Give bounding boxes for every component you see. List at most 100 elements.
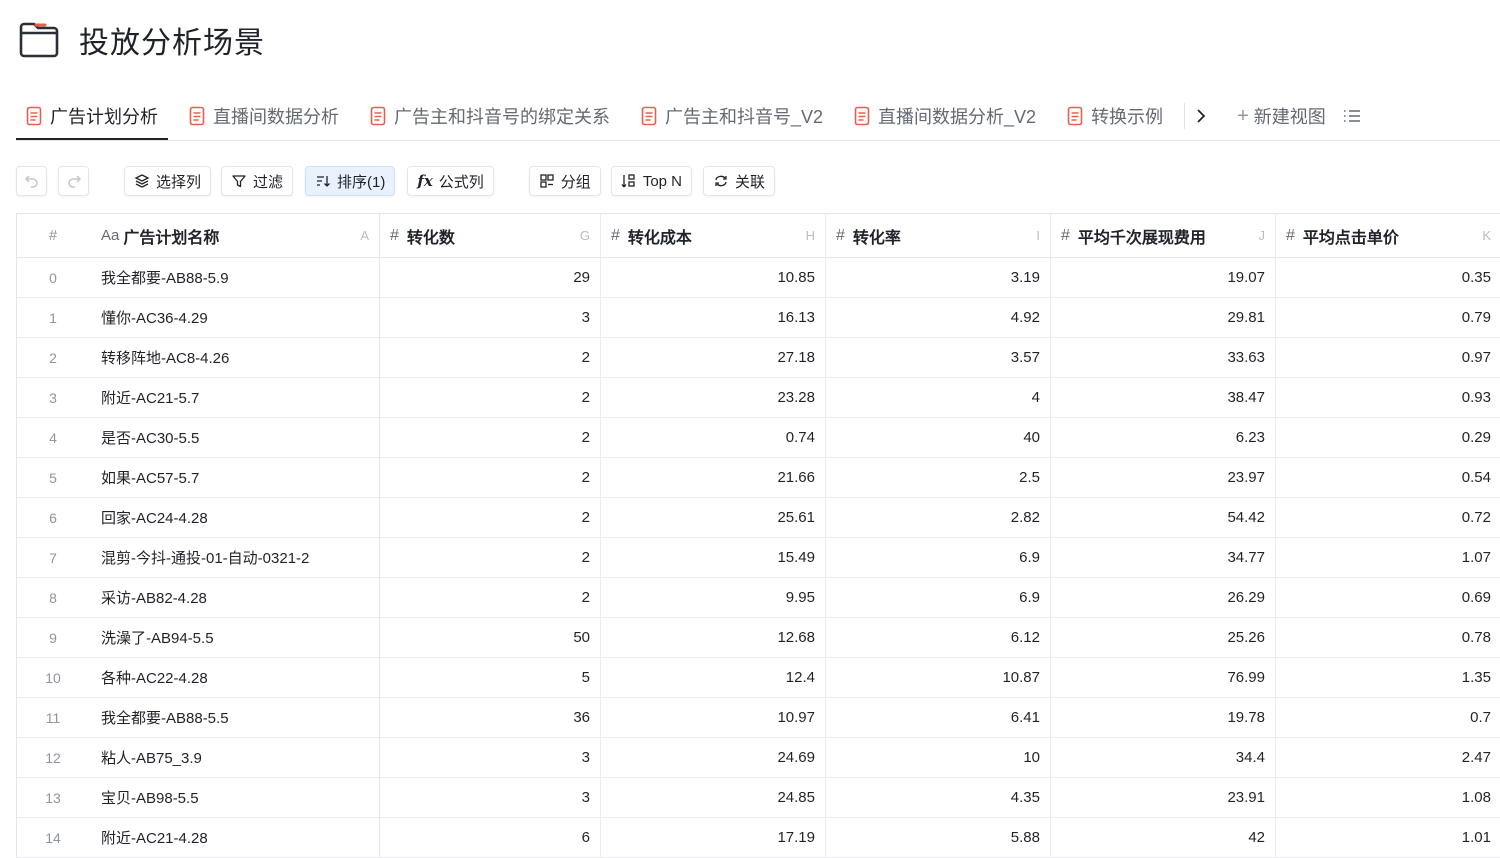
cell-cpm[interactable]: 76.99 <box>1051 658 1276 697</box>
table-row[interactable]: 3 附近-AC21-5.7 2 23.28 4 38.47 0.93 <box>17 378 1500 418</box>
table-row[interactable]: 5 如果-AC57-5.7 2 21.66 2.5 23.97 0.54 <box>17 458 1500 498</box>
table-row[interactable]: 0 我全都要-AB88-5.9 29 10.85 3.19 19.07 0.35 <box>17 258 1500 298</box>
table-row[interactable]: 6 回家-AC24-4.28 2 25.61 2.82 54.42 0.72 <box>17 498 1500 538</box>
cell-cpc[interactable]: 1.35 <box>1276 658 1500 697</box>
cell-plan-name[interactable]: 懂你-AC36-4.29 <box>89 298 380 337</box>
cell-conversion-rate[interactable]: 3.57 <box>826 338 1051 377</box>
cell-cpm[interactable]: 42 <box>1051 818 1276 857</box>
cell-conversion-cost[interactable]: 12.4 <box>601 658 826 697</box>
cell-conversion-cost[interactable]: 0.74 <box>601 418 826 457</box>
cell-conversions[interactable]: 50 <box>380 618 601 657</box>
cell-conversion-cost[interactable]: 10.85 <box>601 258 826 297</box>
cell-conversion-rate[interactable]: 10 <box>826 738 1051 777</box>
cell-conversion-cost[interactable]: 24.85 <box>601 778 826 817</box>
cell-plan-name[interactable]: 宝贝-AB98-5.5 <box>89 778 380 817</box>
table-row[interactable]: 13 宝贝-AB98-5.5 3 24.85 4.35 23.91 1.08 <box>17 778 1500 818</box>
cell-conversions[interactable]: 29 <box>380 258 601 297</box>
view-list-icon[interactable] <box>1342 107 1362 125</box>
cell-conversions[interactable]: 6 <box>380 818 601 857</box>
tab-conversion-example[interactable]: 转换示例 <box>1057 93 1173 139</box>
tab-live-room-v2[interactable]: 直播间数据分析_V2 <box>844 93 1046 139</box>
table-row[interactable]: 14 附近-AC21-4.28 6 17.19 5.88 42 1.01 <box>17 818 1500 858</box>
cell-plan-name[interactable]: 混剪-今抖-通投-01-自动-0321-2 <box>89 538 380 577</box>
cell-conversion-rate[interactable]: 40 <box>826 418 1051 457</box>
cell-cpc[interactable]: 0.69 <box>1276 578 1500 617</box>
cell-plan-name[interactable]: 洗澡了-AB94-5.5 <box>89 618 380 657</box>
cell-conversion-rate[interactable]: 5.88 <box>826 818 1051 857</box>
cell-plan-name[interactable]: 我全都要-AB88-5.5 <box>89 698 380 737</box>
cell-cpc[interactable]: 0.93 <box>1276 378 1500 417</box>
cell-conversions[interactable]: 3 <box>380 778 601 817</box>
column-header-conversion-cost[interactable]: # 转化成本 H <box>601 214 826 257</box>
cell-cpc[interactable]: 1.07 <box>1276 538 1500 577</box>
cell-conversion-rate[interactable]: 6.41 <box>826 698 1051 737</box>
cell-cpm[interactable]: 33.63 <box>1051 338 1276 377</box>
cell-conversions[interactable]: 2 <box>380 458 601 497</box>
table-row[interactable]: 11 我全都要-AB88-5.5 36 10.97 6.41 19.78 0.7 <box>17 698 1500 738</box>
cell-cpm[interactable]: 25.26 <box>1051 618 1276 657</box>
tab-advertiser-binding[interactable]: 广告主和抖音号的绑定关系 <box>360 93 620 139</box>
table-row[interactable]: 10 各种-AC22-4.28 5 12.4 10.87 76.99 1.35 <box>17 658 1500 698</box>
column-header-conversions[interactable]: # 转化数 G <box>380 214 601 257</box>
cell-conversions[interactable]: 5 <box>380 658 601 697</box>
cell-cpc[interactable]: 0.97 <box>1276 338 1500 377</box>
cell-conversion-rate[interactable]: 6.9 <box>826 578 1051 617</box>
cell-plan-name[interactable]: 各种-AC22-4.28 <box>89 658 380 697</box>
cell-plan-name[interactable]: 我全都要-AB88-5.9 <box>89 258 380 297</box>
tab-advertiser-v2[interactable]: 广告主和抖音号_V2 <box>631 93 833 139</box>
cell-plan-name[interactable]: 转移阵地-AC8-4.26 <box>89 338 380 377</box>
cell-conversions[interactable]: 36 <box>380 698 601 737</box>
top-n-button[interactable]: Top N <box>610 166 692 196</box>
formula-column-button[interactable]: fx 公式列 <box>407 166 494 196</box>
cell-plan-name[interactable]: 回家-AC24-4.28 <box>89 498 380 537</box>
select-columns-button[interactable]: 选择列 <box>124 166 212 196</box>
cell-conversion-cost[interactable]: 23.28 <box>601 378 826 417</box>
cell-cpm[interactable]: 19.07 <box>1051 258 1276 297</box>
cell-conversion-cost[interactable]: 15.49 <box>601 538 826 577</box>
cell-conversion-cost[interactable]: 10.97 <box>601 698 826 737</box>
cell-cpm[interactable]: 34.4 <box>1051 738 1276 777</box>
cell-conversion-rate[interactable]: 3.19 <box>826 258 1051 297</box>
table-row[interactable]: 7 混剪-今抖-通投-01-自动-0321-2 2 15.49 6.9 34.77 1.07 <box>17 538 1500 578</box>
undo-button[interactable] <box>16 166 47 196</box>
cell-plan-name[interactable]: 如果-AC57-5.7 <box>89 458 380 497</box>
cell-conversions[interactable]: 2 <box>380 338 601 377</box>
cell-cpm[interactable]: 23.91 <box>1051 778 1276 817</box>
cell-conversions[interactable]: 2 <box>380 378 601 417</box>
cell-cpc[interactable]: 0.72 <box>1276 498 1500 537</box>
cell-conversion-rate[interactable]: 2.5 <box>826 458 1051 497</box>
relate-button[interactable]: 关联 <box>703 166 776 196</box>
cell-cpc[interactable]: 1.08 <box>1276 778 1500 817</box>
sort-button[interactable]: 排序(1) <box>305 166 396 196</box>
group-button[interactable]: 分组 <box>528 166 601 196</box>
cell-conversion-cost[interactable]: 17.19 <box>601 818 826 857</box>
cell-cpc[interactable]: 0.79 <box>1276 298 1500 337</box>
tab-live-room-analysis[interactable]: 直播间数据分析 <box>179 93 349 139</box>
cell-cpm[interactable]: 23.97 <box>1051 458 1276 497</box>
cell-conversion-rate[interactable]: 4.35 <box>826 778 1051 817</box>
tab-ad-plan-analysis[interactable]: 广告计划分析 <box>16 93 168 141</box>
table-row[interactable]: 2 转移阵地-AC8-4.26 2 27.18 3.57 33.63 0.97 <box>17 338 1500 378</box>
cell-conversion-cost[interactable]: 24.69 <box>601 738 826 777</box>
cell-cpm[interactable]: 19.78 <box>1051 698 1276 737</box>
cell-plan-name[interactable]: 采访-AB82-4.28 <box>89 578 380 617</box>
cell-conversion-cost[interactable]: 27.18 <box>601 338 826 377</box>
cell-plan-name[interactable]: 附近-AC21-4.28 <box>89 818 380 857</box>
cell-conversions[interactable]: 2 <box>380 578 601 617</box>
table-row[interactable]: 12 粘人-AB75_3.9 3 24.69 10 34.4 2.47 <box>17 738 1500 778</box>
filter-button[interactable]: 过滤 <box>221 166 294 196</box>
cell-plan-name[interactable]: 粘人-AB75_3.9 <box>89 738 380 777</box>
cell-cpm[interactable]: 29.81 <box>1051 298 1276 337</box>
column-header-cpc[interactable]: # 平均点击单价 K <box>1276 214 1500 257</box>
cell-cpc[interactable]: 0.29 <box>1276 418 1500 457</box>
table-row[interactable]: 9 洗澡了-AB94-5.5 50 12.68 6.12 25.26 0.78 <box>17 618 1500 658</box>
cell-cpc[interactable]: 0.35 <box>1276 258 1500 297</box>
cell-conversion-rate[interactable]: 4.92 <box>826 298 1051 337</box>
cell-conversion-rate[interactable]: 4 <box>826 378 1051 417</box>
cell-plan-name[interactable]: 附近-AC21-5.7 <box>89 378 380 417</box>
cell-conversion-cost[interactable]: 21.66 <box>601 458 826 497</box>
cell-conversion-cost[interactable]: 9.95 <box>601 578 826 617</box>
cell-cpm[interactable]: 6.23 <box>1051 418 1276 457</box>
cell-cpm[interactable]: 54.42 <box>1051 498 1276 537</box>
cell-cpc[interactable]: 0.54 <box>1276 458 1500 497</box>
